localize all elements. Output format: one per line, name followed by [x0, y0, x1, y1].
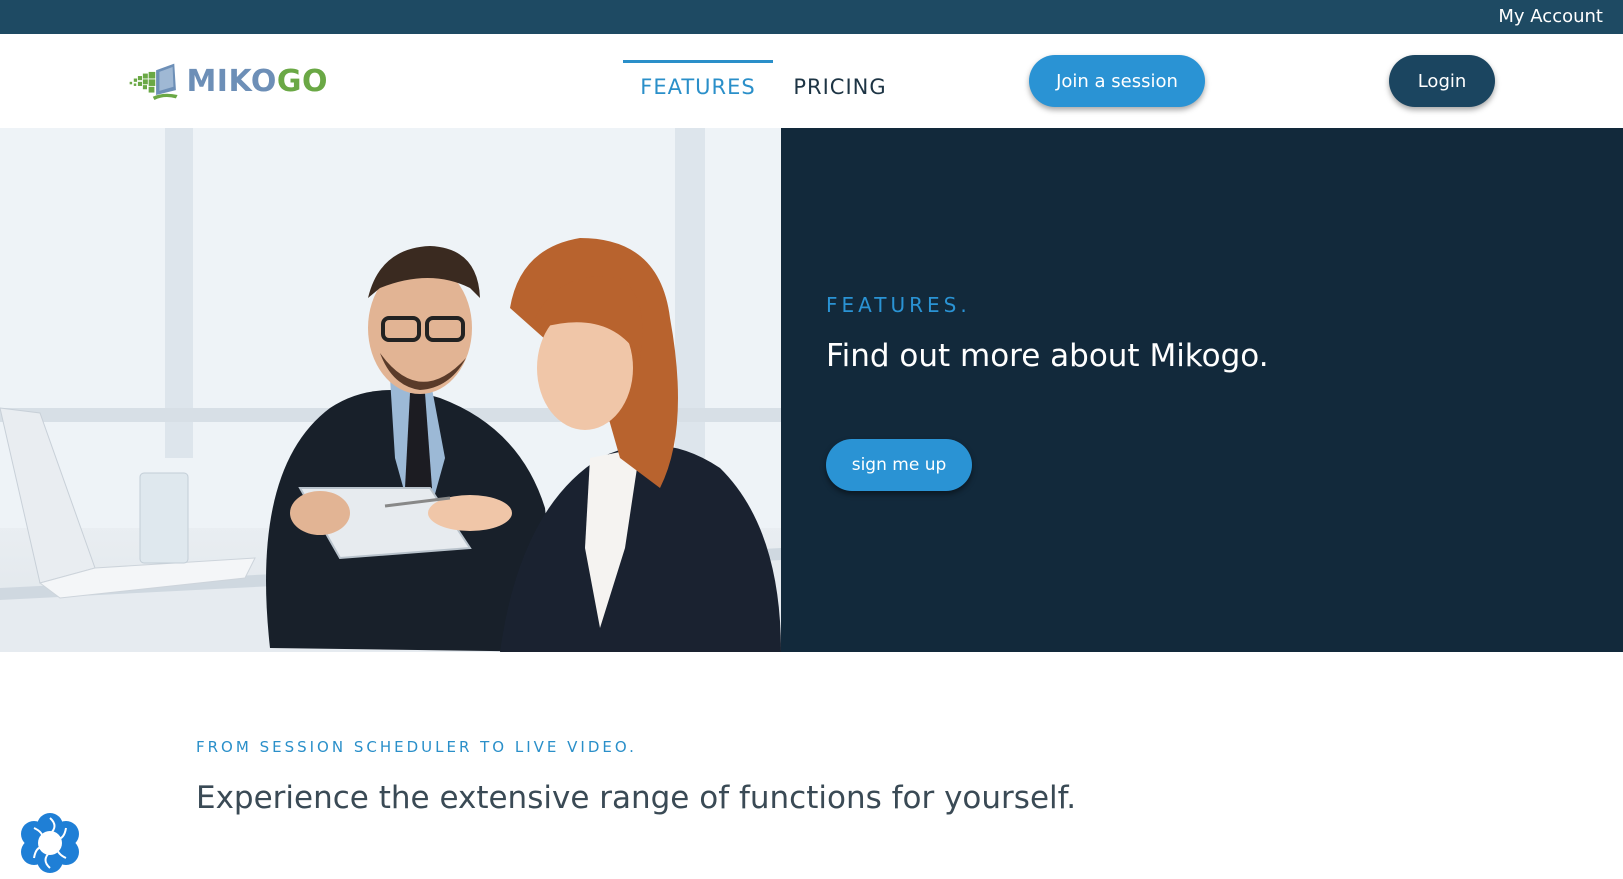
hero-illustration [0, 128, 781, 652]
features-title: Experience the extensive range of functi… [196, 780, 1077, 816]
mikogo-logo[interactable]: MIKOGO [128, 56, 328, 106]
hero-kicker: FEATURES. [826, 293, 971, 317]
main-navigation: MIKOGO FEATURES PRICING Join a session L… [0, 34, 1623, 128]
nav-tab-pricing[interactable]: PRICING [790, 60, 890, 100]
join-session-button[interactable]: Join a session [1029, 55, 1205, 107]
logo-icon [129, 63, 178, 101]
nav-tab-features[interactable]: FEATURES [623, 60, 773, 100]
logo-wordmark: MIKOGO [186, 64, 328, 99]
hero-title: Find out more about Mikogo. [826, 338, 1269, 374]
features-kicker: FROM SESSION SCHEDULER TO LIVE VIDEO. [196, 738, 637, 756]
login-button[interactable]: Login [1389, 55, 1495, 107]
my-account-link[interactable]: My Account [1498, 6, 1603, 27]
blue-flower-chat-icon[interactable] [19, 812, 81, 874]
logo-text-main: MIKO [186, 63, 277, 99]
sign-me-up-button[interactable]: sign me up [826, 439, 972, 491]
top-utility-bar: My Account [0, 0, 1623, 34]
hero-section: FEATURES. Find out more about Mikogo. si… [0, 128, 1623, 652]
logo-text-accent: GO [276, 63, 328, 99]
hero-photo-business-people [0, 128, 781, 652]
hero-text-panel: FEATURES. Find out more about Mikogo. si… [781, 128, 1623, 652]
chat-widget-icon [21, 813, 79, 873]
